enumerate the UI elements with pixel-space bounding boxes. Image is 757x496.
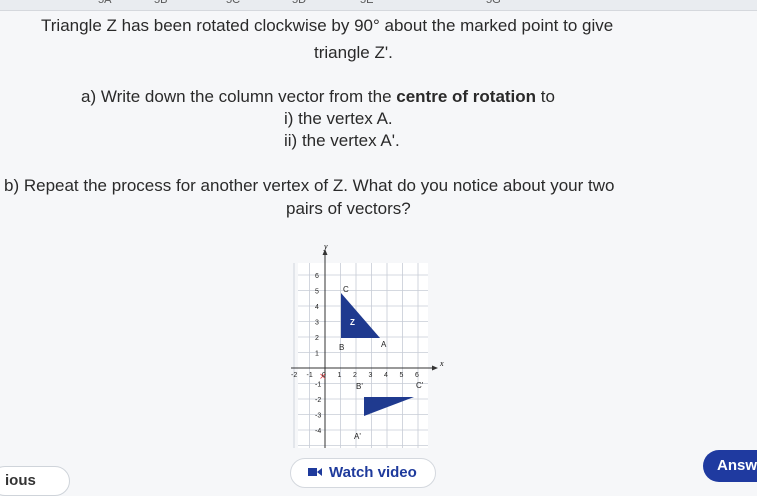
part-b-line2: pairs of vectors? [286,199,411,218]
watch-video-label: Watch video [329,464,417,481]
y-tick-label: 5 [315,289,319,296]
watch-video-button[interactable]: Watch video [290,458,436,488]
x-axis-arrow [432,365,438,371]
tab-5a[interactable]: 5A [98,0,111,8]
rotation-graph: × -2 -1 0 1 2 3 4 5 6 6 5 4 3 2 1 -1 -2 -3 -4 x y C Z B A … [286,241,446,451]
label-b-prime: B' [356,382,363,391]
y-tick-label: 1 [315,351,319,358]
label-z: Z [350,318,355,327]
label-c: C [343,285,349,294]
label-z-prime: Z' [366,399,373,408]
x-tick-label: 0 [322,372,326,379]
part-a-suffix: to [536,87,555,106]
tab-bar: 5A 5B 5C 5D 5E 5G [0,0,757,11]
x-tick-label: 2 [353,372,357,379]
y-tick-label: -4 [315,428,321,435]
x-tick-label: 6 [415,372,419,379]
answer-button[interactable]: Answ [703,450,757,482]
x-tick-label: -2 [291,372,297,379]
previous-button[interactable]: ious [0,466,70,496]
y-tick-label: -2 [315,397,321,404]
x-tick-label: 1 [338,372,342,379]
y-axis-label: y [323,242,328,251]
label-a-prime: A' [354,432,361,441]
x-tick-label: -1 [307,372,313,379]
x-tick-label: 3 [369,372,373,379]
part-b-line1: b) Repeat the process for another vertex… [4,176,615,195]
video-camera-icon [308,468,322,476]
graph-svg: × -2 -1 0 1 2 3 4 5 6654321-1-2-3-4 x y C Z B A … [291,242,444,448]
label-c-prime: C' [416,381,424,390]
y-tick-label: -3 [315,413,321,420]
bottom-bar: ious Watch video Answ [0,450,757,496]
question-intro-line1: Triangle Z has been rotated clockwise by… [41,16,614,35]
tab-5d[interactable]: 5D [292,0,306,8]
part-a-i: i) the vertex A. [284,109,393,128]
part-a-ii: ii) the vertex A'. [284,131,400,150]
y-tick-label: -1 [315,382,321,389]
tab-5c[interactable]: 5C [226,0,240,8]
label-b: B [339,343,344,352]
x-axis-label: x [439,359,444,368]
part-a-prompt: a) Write down the column vector from the… [81,87,555,107]
tab-5e[interactable]: 5E [360,0,373,8]
x-tick-label: 4 [384,372,388,379]
y-tick-label: 6 [315,273,319,280]
tab-5b[interactable]: 5B [154,0,167,8]
part-a-prefix: a) Write down the column vector from the [81,87,397,106]
part-a-bold: centre of rotation [396,87,537,106]
y-tick-label: 3 [315,320,319,327]
tab-5g[interactable]: 5G [486,0,501,8]
y-tick-label: 2 [315,335,319,342]
question-intro-line2: triangle Z'. [314,43,393,62]
x-tick-label: 5 [400,372,404,379]
label-a: A [381,340,387,349]
y-tick-label: 4 [315,304,319,311]
